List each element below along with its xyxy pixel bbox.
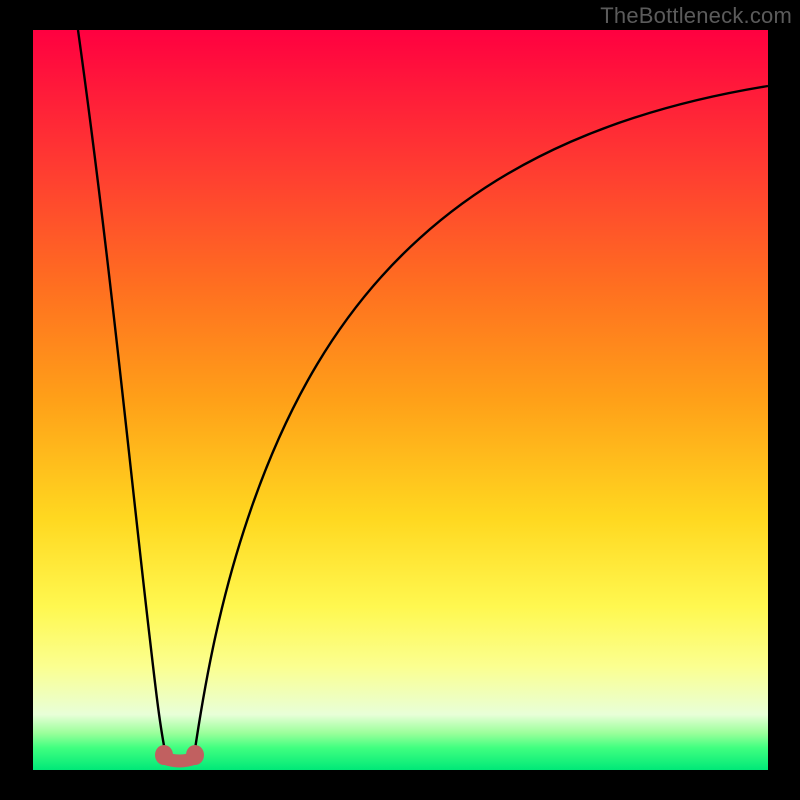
marker-right <box>186 745 204 765</box>
chart-frame: TheBottleneck.com <box>0 0 800 800</box>
marker-left <box>155 745 173 765</box>
bottleneck-curve <box>0 0 800 800</box>
curve-left-branch <box>78 30 166 756</box>
curve-right-branch <box>194 86 768 756</box>
